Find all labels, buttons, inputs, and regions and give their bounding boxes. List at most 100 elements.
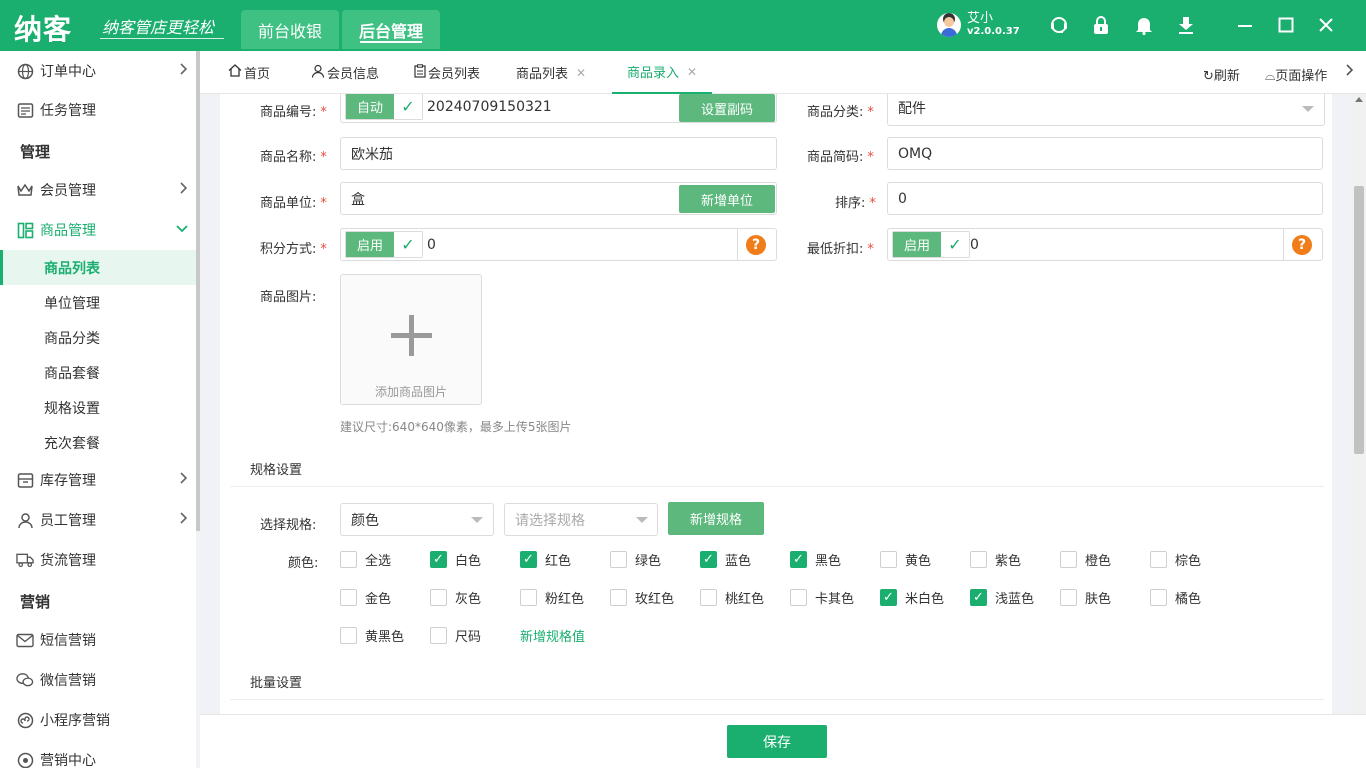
add-unit-button[interactable]: 新增单位	[679, 185, 775, 213]
spec-option-checkbox[interactable]: 黄黑色	[340, 626, 404, 645]
discount-field[interactable]: 启用 ✓ 0	[887, 228, 1323, 261]
checked-box-icon[interactable]: ✓	[520, 551, 537, 568]
sidebar-sub-package[interactable]: 商品套餐	[0, 355, 196, 390]
sidebar-sub-goods-list[interactable]: 商品列表	[0, 250, 196, 285]
spec-option-checkbox[interactable]: ✓ 红色	[520, 550, 571, 569]
sidebar-scrollbar[interactable]	[196, 51, 200, 531]
spec-option-checkbox[interactable]: ✓ 蓝色	[700, 550, 751, 569]
save-button[interactable]: 保存	[727, 725, 827, 758]
spec-option-checkbox[interactable]: ✓ 白色	[430, 550, 481, 569]
unchecked-box-icon[interactable]	[340, 627, 357, 644]
unchecked-box-icon[interactable]	[610, 551, 627, 568]
unchecked-box-icon[interactable]	[430, 589, 447, 606]
checked-box-icon[interactable]: ✓	[700, 551, 717, 568]
back-office-tab[interactable]: 后台管理	[342, 10, 440, 49]
sidebar-item-staff[interactable]: 员工管理	[0, 502, 196, 538]
spec-option-checkbox[interactable]: 卡其色	[790, 588, 854, 607]
points-help-icon[interactable]: ?	[746, 235, 766, 255]
set-sub-code-button[interactable]: 设置副码	[679, 94, 775, 122]
name-input[interactable]: 欧米茄	[340, 137, 777, 170]
discount-toggle[interactable]: 启用 ✓	[892, 231, 970, 258]
sidebar-item-wechat[interactable]: 微信营销	[0, 662, 196, 698]
sort-input[interactable]: 0	[887, 182, 1323, 215]
scroll-up-icon[interactable]	[1355, 97, 1363, 102]
discount-help-icon[interactable]: ?	[1292, 235, 1312, 255]
unchecked-box-icon[interactable]	[520, 589, 537, 606]
close-tab-icon[interactable]: ✕	[576, 66, 586, 80]
sidebar-item-member[interactable]: 会员管理	[0, 172, 196, 208]
spec-option-checkbox[interactable]: ✓ 米白色	[880, 588, 944, 607]
add-spec-button[interactable]: 新增规格	[668, 502, 764, 535]
support-icon[interactable]	[1048, 14, 1070, 36]
unchecked-box-icon[interactable]	[1150, 551, 1167, 568]
unchecked-box-icon[interactable]	[340, 589, 357, 606]
unchecked-box-icon[interactable]	[430, 627, 447, 644]
image-upload-area[interactable]: 添加商品图片	[340, 274, 482, 405]
close-tab-icon[interactable]: ✕	[687, 65, 697, 79]
sidebar-item-miniapp[interactable]: 小程序营销	[0, 702, 196, 738]
checked-box-icon[interactable]: ✓	[970, 589, 987, 606]
code-auto-toggle[interactable]: 自动 ✓	[345, 94, 423, 120]
sidebar-item-goods[interactable]: 商品管理	[0, 212, 196, 248]
category-select[interactable]: 配件	[887, 94, 1325, 126]
spec-option-checkbox[interactable]: 金色	[340, 588, 391, 607]
tab-member-info[interactable]: 会员信息	[311, 51, 379, 94]
lock-icon[interactable]	[1090, 14, 1112, 36]
unchecked-box-icon[interactable]	[700, 589, 717, 606]
sidebar-item-sms[interactable]: 短信营销	[0, 622, 196, 658]
spec-value-select[interactable]: 请选择规格	[504, 503, 658, 536]
spec-option-checkbox[interactable]: 棕色	[1150, 550, 1201, 569]
sidebar-sub-recharge-package[interactable]: 充次套餐	[0, 425, 196, 460]
checked-box-icon[interactable]: ✓	[880, 589, 897, 606]
spec-option-checkbox[interactable]: ✓ 黑色	[790, 550, 841, 569]
spec-option-checkbox[interactable]: 橙色	[1060, 550, 1111, 569]
maximize-icon[interactable]	[1275, 14, 1297, 36]
points-field[interactable]: 启用 ✓ 0	[340, 228, 777, 261]
sidebar-sub-spec[interactable]: 规格设置	[0, 390, 196, 425]
unchecked-box-icon[interactable]	[970, 551, 987, 568]
bell-icon[interactable]	[1133, 14, 1155, 36]
content-scrollbar[interactable]	[1352, 94, 1366, 714]
tab-goods-entry[interactable]: 商品录入 ✕	[612, 51, 713, 94]
spec-option-checkbox[interactable]: 桃红色	[700, 588, 764, 607]
sidebar-item-logistics[interactable]: 货流管理	[0, 542, 196, 578]
sidebar-item-marketing-center[interactable]: 营销中心	[0, 742, 196, 768]
spec-option-checkbox[interactable]: 玫红色	[610, 588, 674, 607]
spec-option-checkbox[interactable]: ✓ 浅蓝色	[970, 588, 1034, 607]
tab-member-list[interactable]: 会员列表	[414, 51, 480, 94]
sidebar-item-stock[interactable]: 库存管理	[0, 462, 196, 498]
spec-option-checkbox[interactable]: 绿色	[610, 550, 661, 569]
spec-option-checkbox[interactable]: 肤色	[1060, 588, 1111, 607]
unchecked-box-icon[interactable]	[340, 551, 357, 568]
download-icon[interactable]	[1175, 14, 1197, 36]
spec-option-checkbox[interactable]: 橘色	[1150, 588, 1201, 607]
tabs-scroll-right[interactable]	[1346, 64, 1354, 80]
checked-box-icon[interactable]: ✓	[790, 551, 807, 568]
add-spec-value-link[interactable]: 新增规格值	[520, 626, 585, 645]
unchecked-box-icon[interactable]	[880, 551, 897, 568]
unchecked-box-icon[interactable]	[1060, 551, 1077, 568]
page-ops-button[interactable]: ⌓页面操作	[1265, 65, 1327, 84]
front-cashier-tab[interactable]: 前台收银	[241, 10, 339, 49]
refresh-button[interactable]: ↻刷新	[1203, 65, 1240, 84]
spec-option-checkbox[interactable]: 粉红色	[520, 588, 584, 607]
tab-home[interactable]: 首页	[228, 51, 270, 94]
close-icon[interactable]	[1315, 14, 1337, 36]
short-code-input[interactable]: OMQ	[887, 137, 1323, 170]
sidebar-item-order-center[interactable]: 订单中心	[0, 53, 196, 89]
unchecked-box-icon[interactable]	[1060, 589, 1077, 606]
unchecked-box-icon[interactable]	[790, 589, 807, 606]
tab-goods-list[interactable]: 商品列表 ✕	[516, 51, 586, 94]
checked-box-icon[interactable]: ✓	[430, 551, 447, 568]
scroll-thumb[interactable]	[1354, 186, 1364, 454]
unchecked-box-icon[interactable]	[610, 589, 627, 606]
spec-option-checkbox[interactable]: 黄色	[880, 550, 931, 569]
spec-option-checkbox[interactable]: 紫色	[970, 550, 1021, 569]
minimize-icon[interactable]	[1234, 14, 1256, 36]
sidebar-sub-unit[interactable]: 单位管理	[0, 285, 196, 320]
spec-option-checkbox[interactable]: 灰色	[430, 588, 481, 607]
sidebar-sub-category[interactable]: 商品分类	[0, 320, 196, 355]
points-toggle[interactable]: 启用 ✓	[345, 231, 423, 258]
spec-option-checkbox[interactable]: 全选	[340, 550, 391, 569]
spec-option-checkbox[interactable]: 尺码	[430, 626, 481, 645]
